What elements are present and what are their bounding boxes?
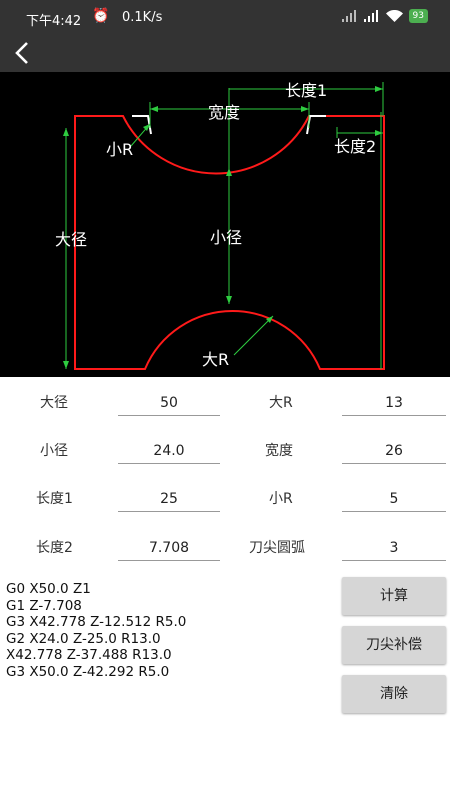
gcode-line: G3 X50.0 Z-42.292 R5.0 [6, 663, 170, 680]
gcode-line: G2 X24.0 Z-25.0 R13.0 [6, 630, 161, 647]
chevron-left-icon [15, 42, 28, 64]
groove-diagram: 长度1 宽度 小R 长度2 大径 小径 大R [0, 72, 450, 377]
width-input[interactable]: 26 [342, 439, 446, 464]
length1-input[interactable]: 25 [118, 487, 220, 512]
battery-icon: 93 [408, 9, 428, 23]
label-tool-nose-radius-field: 刀尖圆弧 [249, 540, 305, 556]
wifi-icon [385, 10, 403, 22]
back-button[interactable] [10, 38, 38, 68]
gcode-output: G0 X50.0 Z1 G1 Z-7.708 G3 X42.778 Z-12.5… [6, 581, 326, 680]
gcode-line: G3 X42.778 Z-12.512 R5.0 [6, 614, 187, 630]
status-bar: 下午4:42 ⏰ 0.1K/s 93 [0, 0, 450, 36]
form-row-2: 小径 24.0 宽度 26 [0, 439, 450, 487]
label-length1: 长度1 [285, 81, 327, 100]
small-r-input[interactable]: 5 [342, 487, 446, 512]
signal-icon [341, 10, 356, 22]
status-indicators: 93 [341, 9, 428, 23]
label-length1-field: 长度1 [36, 491, 73, 507]
gcode-line: G0 X50.0 Z1 [6, 581, 91, 597]
status-time: 下午4:42 [26, 14, 82, 29]
big-diameter-input[interactable]: 50 [118, 391, 220, 416]
length2-input[interactable]: 7.708 [118, 536, 220, 561]
form-row-1: 大径 50 大R 13 [0, 391, 450, 439]
label-width-field: 宽度 [265, 443, 293, 459]
tool-tip-compensation-button[interactable]: 刀尖补偿 [342, 626, 446, 664]
label-big-r: 大R [202, 350, 229, 369]
calculate-button[interactable]: 计算 [342, 577, 446, 615]
alarm-clock-icon: ⏰ [92, 8, 110, 24]
label-length2: 长度2 [334, 137, 376, 156]
label-big-diameter: 大径 [55, 230, 87, 249]
clear-button[interactable]: 清除 [342, 675, 446, 713]
label-big-diameter-field: 大径 [40, 395, 68, 411]
label-length2-field: 长度2 [36, 540, 73, 556]
toolbar [0, 36, 450, 72]
label-big-r-field: 大R [269, 395, 293, 411]
status-network-speed: 0.1K/s [122, 10, 163, 25]
small-r-corner-right [306, 115, 326, 135]
form-row-3: 长度1 25 小R 5 [0, 487, 450, 535]
label-small-diameter-field: 小径 [40, 443, 68, 459]
groove-diagram-svg: 长度1 宽度 小R 长度2 大径 小径 大R [55, 81, 385, 370]
label-small-diameter: 小径 [210, 228, 242, 247]
gcode-line: G1 Z-7.708 [6, 597, 82, 614]
label-small-r-field: 小R [269, 491, 293, 507]
gcode-line: X42.778 Z-37.488 R13.0 [6, 647, 172, 663]
big-r-input[interactable]: 13 [342, 391, 446, 416]
signal-icon-2 [363, 10, 378, 22]
label-small-r: 小R [106, 140, 133, 159]
tool-nose-radius-input[interactable]: 3 [342, 536, 446, 561]
small-diameter-input[interactable]: 24.0 [118, 439, 220, 464]
label-width: 宽度 [208, 103, 240, 122]
